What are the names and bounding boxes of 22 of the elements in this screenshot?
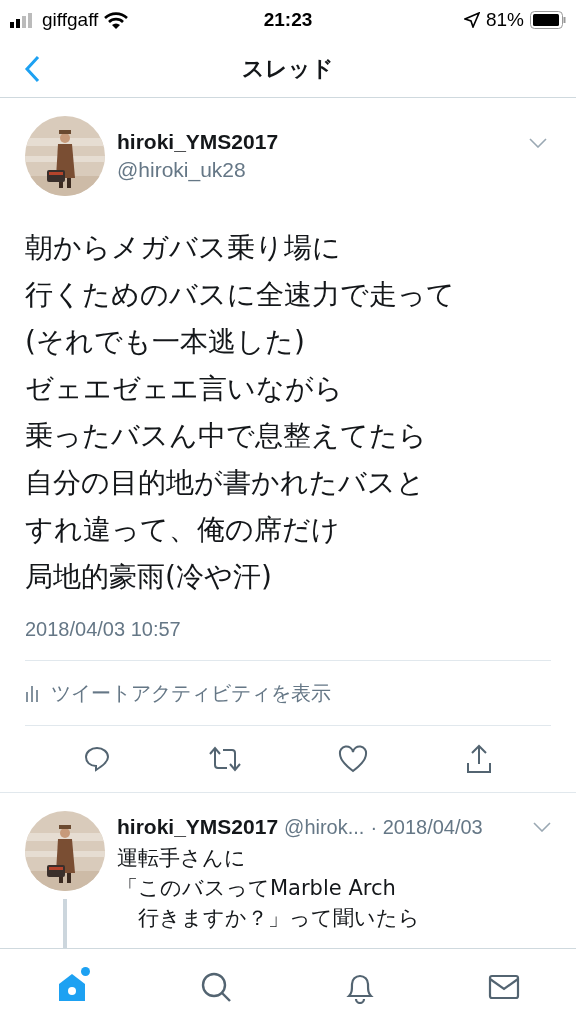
display-name: hiroki_YMS2017 bbox=[117, 814, 279, 840]
reply-icon[interactable] bbox=[83, 745, 112, 773]
heart-icon[interactable] bbox=[338, 745, 369, 773]
tweet-text: 運転手さんに 「このバスってMarble Arch 行きますか？」って聞いたら bbox=[117, 844, 421, 932]
battery-percent: 81% bbox=[485, 7, 524, 32]
share-icon[interactable] bbox=[464, 744, 493, 774]
back-icon bbox=[24, 55, 40, 83]
timestamp: 2018/04/03 10:57 bbox=[25, 617, 182, 642]
tweet-text: 朝からメガバス乗り場に 行くためのバスに全速力で走って (それでも一本逃した) ゼェエゼェエ言いながら 乗ったバスん中で息整えてたら 自分の目的地が書かれたバスと すれ違って、俺の席だけ 局地的豪雨(冷や汗) bbox=[25, 230, 456, 595]
user-handle: @hiroki_uk28 bbox=[117, 157, 247, 184]
user-handle: @hirok... bbox=[284, 814, 365, 840]
display-name: hiroki_YMS2017 bbox=[117, 129, 279, 155]
retweet-icon[interactable] bbox=[207, 745, 242, 773]
nav-title: スレッド bbox=[242, 55, 334, 83]
carrier-name: giffgaff bbox=[42, 7, 99, 32]
clock: 21:23 bbox=[263, 7, 313, 32]
tweet-activity-link[interactable]: ツイートアクティビティを表示 bbox=[25, 661, 551, 725]
tweet-date: · 2018/04/03 bbox=[370, 814, 483, 840]
battery-icon bbox=[530, 11, 566, 29]
bar-chart-icon bbox=[25, 684, 39, 702]
wifi-icon bbox=[104, 11, 129, 29]
location-icon bbox=[463, 12, 480, 28]
